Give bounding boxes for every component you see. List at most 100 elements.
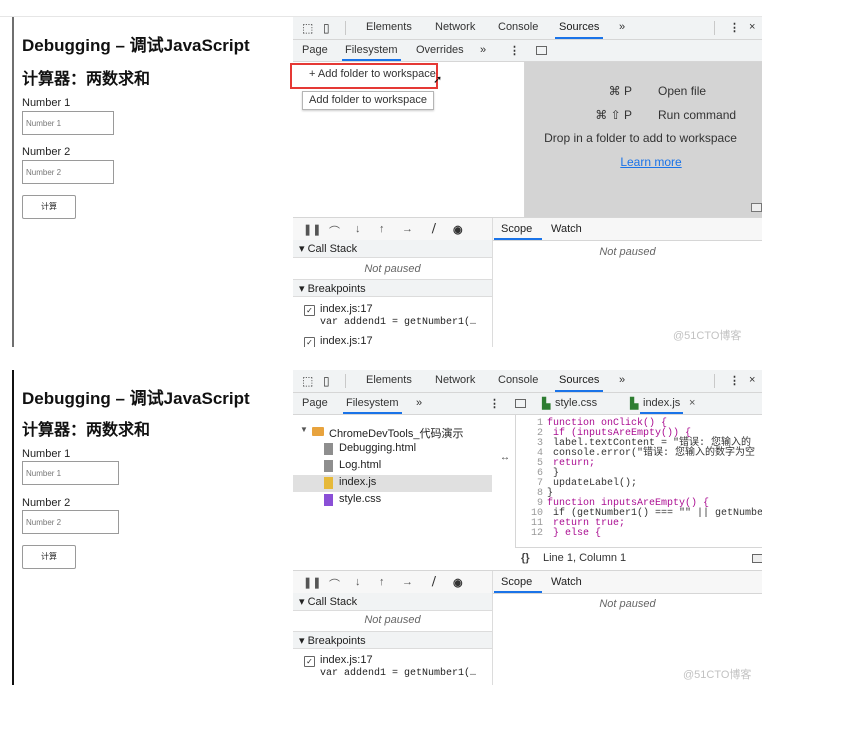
tab-elements[interactable]: Elements xyxy=(366,374,412,386)
add-folder-button[interactable]: + Add folder to workspace xyxy=(309,68,436,80)
tree-file-label: style.css xyxy=(339,493,382,505)
editor-tab-style-css[interactable]: style.css xyxy=(555,397,597,409)
calculate-button[interactable]: 计算 xyxy=(22,195,76,219)
debugger-toolbar: ❚❚ ⌒ ↓ ↑ → ⧸ ◉ Scope Watch xyxy=(293,570,762,594)
step-out-icon[interactable]: ↑ xyxy=(379,223,385,235)
calculate-button[interactable]: 计算 xyxy=(22,545,76,569)
call-stack-status: Not paused xyxy=(364,263,421,275)
tab-watch[interactable]: Watch xyxy=(551,223,582,235)
drop-folder-hint: Drop in a folder to add to workspace xyxy=(544,131,737,145)
tree-file-selected[interactable]: index.js xyxy=(293,475,492,492)
number2-input[interactable]: Number 2 xyxy=(22,510,119,534)
step-over-icon[interactable]: ⌒ xyxy=(329,223,340,239)
tab-scope[interactable]: Scope xyxy=(501,223,532,235)
tree-folder[interactable]: ▼ ChromeDevTools_代码演示 xyxy=(293,424,492,441)
top-screenshot: Debugging – 调试JavaScript 计算器：两数求和 Number… xyxy=(0,16,762,347)
call-stack-header[interactable]: ▾ Call Stack xyxy=(293,593,492,611)
step-icon[interactable]: → xyxy=(402,223,413,235)
tree-file[interactable]: Log.html xyxy=(293,458,492,475)
step-into-icon[interactable]: ↓ xyxy=(355,223,361,235)
breakpoint-code: var addend1 = getNumber1(… xyxy=(320,317,477,328)
close-icon[interactable]: × xyxy=(749,374,755,386)
close-icon[interactable]: × xyxy=(749,21,755,33)
pause-icon[interactable]: ❚❚ xyxy=(303,576,321,589)
tab-console[interactable]: Console xyxy=(498,374,538,386)
tree-file[interactable]: Debugging.html xyxy=(293,441,492,458)
breakpoint-file: index.js:17 xyxy=(320,303,373,315)
step-out-icon[interactable]: ↑ xyxy=(379,576,385,588)
number2-input[interactable]: Number 2 xyxy=(22,160,114,184)
pause-icon[interactable]: ❚❚ xyxy=(303,223,321,236)
tree-file[interactable]: style.css xyxy=(293,492,492,509)
breakpoint-file: index.js:17 xyxy=(320,335,373,347)
subtab-page[interactable]: Page xyxy=(302,397,328,409)
navigator-menu-icon[interactable]: ⋮ xyxy=(489,397,500,410)
subtab-filesystem[interactable]: Filesystem xyxy=(343,397,402,414)
step-over-icon[interactable]: ⌒ xyxy=(329,576,340,592)
breakpoint-checkbox[interactable]: ✓ xyxy=(304,305,315,316)
number1-input[interactable]: Number 1 xyxy=(22,111,114,135)
demo-page: Debugging – 调试JavaScript 计算器：两数求和 Number… xyxy=(12,17,294,347)
pause-exceptions-icon[interactable]: ◉ xyxy=(453,223,463,236)
number1-input[interactable]: Number 1 xyxy=(22,461,119,485)
subtab-filesystem[interactable]: Filesystem xyxy=(342,44,401,61)
device-toggle-icon[interactable]: ▯ xyxy=(323,374,330,388)
tab-more[interactable]: » xyxy=(619,21,625,33)
tab-console[interactable]: Console xyxy=(498,21,538,33)
navigator-subtabs: Page Filesystem » ⋮ ▙ style.css ▙ index.… xyxy=(293,393,762,415)
tab-network[interactable]: Network xyxy=(435,21,475,33)
editor-tab-index-js[interactable]: index.js xyxy=(639,397,684,414)
call-stack-header[interactable]: ▾ Call Stack xyxy=(293,240,492,258)
html-file-icon xyxy=(324,443,333,455)
toggle-sidebar-icon[interactable] xyxy=(752,554,762,563)
toggle-navigator-icon[interactable] xyxy=(515,399,526,408)
debugger-divider xyxy=(492,218,493,240)
watermark: @51CTO博客 xyxy=(673,330,742,342)
navigator-menu-icon[interactable]: ⋮ xyxy=(509,44,520,57)
page-subtitle: 计算器：两数求和 xyxy=(22,71,151,88)
inspect-icon[interactable]: ⬚ xyxy=(302,21,313,35)
number1-label: Number 1 xyxy=(22,97,71,109)
number1-label: Number 1 xyxy=(22,448,71,460)
inspect-icon[interactable]: ⬚ xyxy=(302,374,313,388)
subtab-more[interactable]: » xyxy=(416,397,422,409)
learn-more-link[interactable]: Learn more xyxy=(540,155,762,169)
scope-underline xyxy=(494,238,542,240)
breakpoints-header[interactable]: ▾ Breakpoints xyxy=(293,279,492,297)
subtab-page[interactable]: Page xyxy=(302,44,328,56)
breakpoint-checkbox[interactable]: ✓ xyxy=(304,656,315,667)
pretty-print-button[interactable]: {} xyxy=(521,552,530,564)
js-file-icon: ▙ xyxy=(630,398,639,410)
kebab-menu-icon[interactable]: ⋮ xyxy=(729,21,740,34)
tab-separator xyxy=(714,21,715,35)
tab-sources[interactable]: Sources xyxy=(554,21,604,39)
page-title: Debugging – 调试JavaScript xyxy=(22,389,250,408)
tab-separator xyxy=(345,374,346,388)
tab-sources[interactable]: Sources xyxy=(554,374,604,392)
resize-handle-icon[interactable]: ↔ xyxy=(500,452,510,463)
step-into-icon[interactable]: ↓ xyxy=(355,576,361,588)
tab-more[interactable]: » xyxy=(619,374,625,386)
toggle-sidebar-icon[interactable] xyxy=(751,203,762,212)
subtab-overrides[interactable]: Overrides xyxy=(416,44,464,56)
tab-watch[interactable]: Watch xyxy=(551,576,582,588)
deactivate-breakpoints-icon[interactable]: ⧸ xyxy=(432,223,436,236)
tab-network[interactable]: Network xyxy=(435,374,475,386)
tab-scope[interactable]: Scope xyxy=(501,576,532,588)
breakpoints-header[interactable]: ▾ Breakpoints xyxy=(293,631,492,649)
breakpoint-checkbox[interactable]: ✓ xyxy=(304,337,315,347)
tab-separator xyxy=(714,374,715,388)
tree-folder-label: ChromeDevTools_代码演示 xyxy=(329,428,464,440)
device-toggle-icon[interactable]: ▯ xyxy=(323,21,330,35)
toggle-navigator-icon[interactable] xyxy=(536,46,547,55)
navigator-subtabs: Page Filesystem Overrides » ⋮ xyxy=(293,40,762,62)
tab-elements[interactable]: Elements xyxy=(366,21,412,33)
step-icon[interactable]: → xyxy=(402,576,413,588)
pause-exceptions-icon[interactable]: ◉ xyxy=(453,576,463,589)
close-tab-icon[interactable]: × xyxy=(689,397,695,409)
subtab-more[interactable]: » xyxy=(480,44,486,56)
debugger-toolbar: ❚❚ ⌒ ↓ ↑ → ⧸ ◉ Scope Watch xyxy=(293,217,762,241)
kebab-menu-icon[interactable]: ⋮ xyxy=(729,374,740,387)
deactivate-breakpoints-icon[interactable]: ⧸ xyxy=(432,576,436,589)
code-editor[interactable]: 1 function onClick() { 2 if (inputsAreEmp… xyxy=(517,416,762,546)
